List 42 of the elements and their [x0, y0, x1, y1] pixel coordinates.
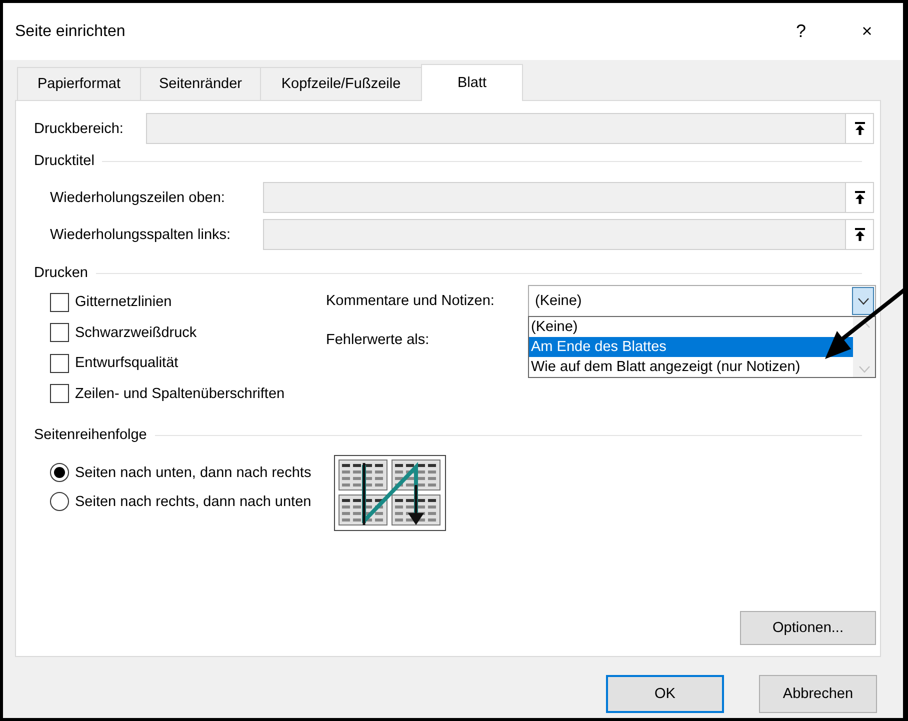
chevron-down-icon: [858, 298, 868, 304]
field-label: Wiederholungsspalten links:: [50, 226, 232, 242]
radio-button[interactable]: [50, 492, 69, 511]
input-field[interactable]: [146, 113, 846, 144]
dropdown-option[interactable]: (Keine): [529, 317, 853, 337]
input-field[interactable]: [263, 219, 846, 250]
close-button[interactable]: ×: [837, 21, 897, 42]
checkbox[interactable]: [50, 292, 69, 312]
window-title: Seite einrichten: [15, 22, 126, 40]
collapse-icon: [854, 122, 864, 135]
checkbox[interactable]: [50, 354, 69, 373]
dialog-button[interactable]: Abbrechen: [759, 675, 877, 713]
checkbox-label: Entwurfsqualität: [75, 355, 178, 372]
checkbox[interactable]: [50, 384, 69, 404]
checkbox-label: Schwarzweißdruck: [75, 324, 197, 341]
field-label: Druckbereich:: [34, 120, 124, 136]
tab[interactable]: Blatt: [421, 64, 523, 101]
collapse-button[interactable]: [846, 182, 874, 213]
field-label: Wiederholungszeilen oben:: [50, 190, 226, 206]
collapse-button[interactable]: [846, 219, 874, 250]
dropdown-option[interactable]: Wie auf dem Blatt angezeigt (nur Notizen): [529, 357, 853, 377]
dropdown[interactable]: (Keine): [528, 285, 876, 317]
radio-label: Seiten nach unten, dann nach rechts: [75, 464, 312, 480]
tab[interactable]: Papierformat: [17, 67, 141, 100]
group-heading: Drucktitel: [34, 153, 94, 169]
input-field[interactable]: [263, 182, 846, 213]
radio-button[interactable]: [50, 463, 69, 482]
checkbox-label: Gitternetzlinien: [75, 294, 172, 310]
collapse-button[interactable]: [846, 113, 874, 144]
collapse-icon: [854, 228, 864, 241]
checkbox[interactable]: [50, 323, 69, 342]
dropdown-option[interactable]: Am Ende des Blattes: [529, 337, 853, 357]
help-button[interactable]: ?: [771, 21, 831, 42]
field-label: Fehlerwerte als:: [326, 332, 430, 348]
group-heading: Seitenreihenfolge: [34, 427, 147, 443]
group-heading: Drucken: [34, 265, 88, 281]
checkbox-label: Zeilen- und Spaltenüberschriften: [75, 386, 285, 402]
dialog-button[interactable]: OK: [606, 675, 724, 713]
options-button[interactable]: Optionen...: [740, 611, 876, 645]
field-label: Kommentare und Notizen:: [326, 293, 496, 309]
radio-label: Seiten nach rechts, dann nach unten: [75, 494, 312, 510]
collapse-icon: [854, 191, 864, 204]
